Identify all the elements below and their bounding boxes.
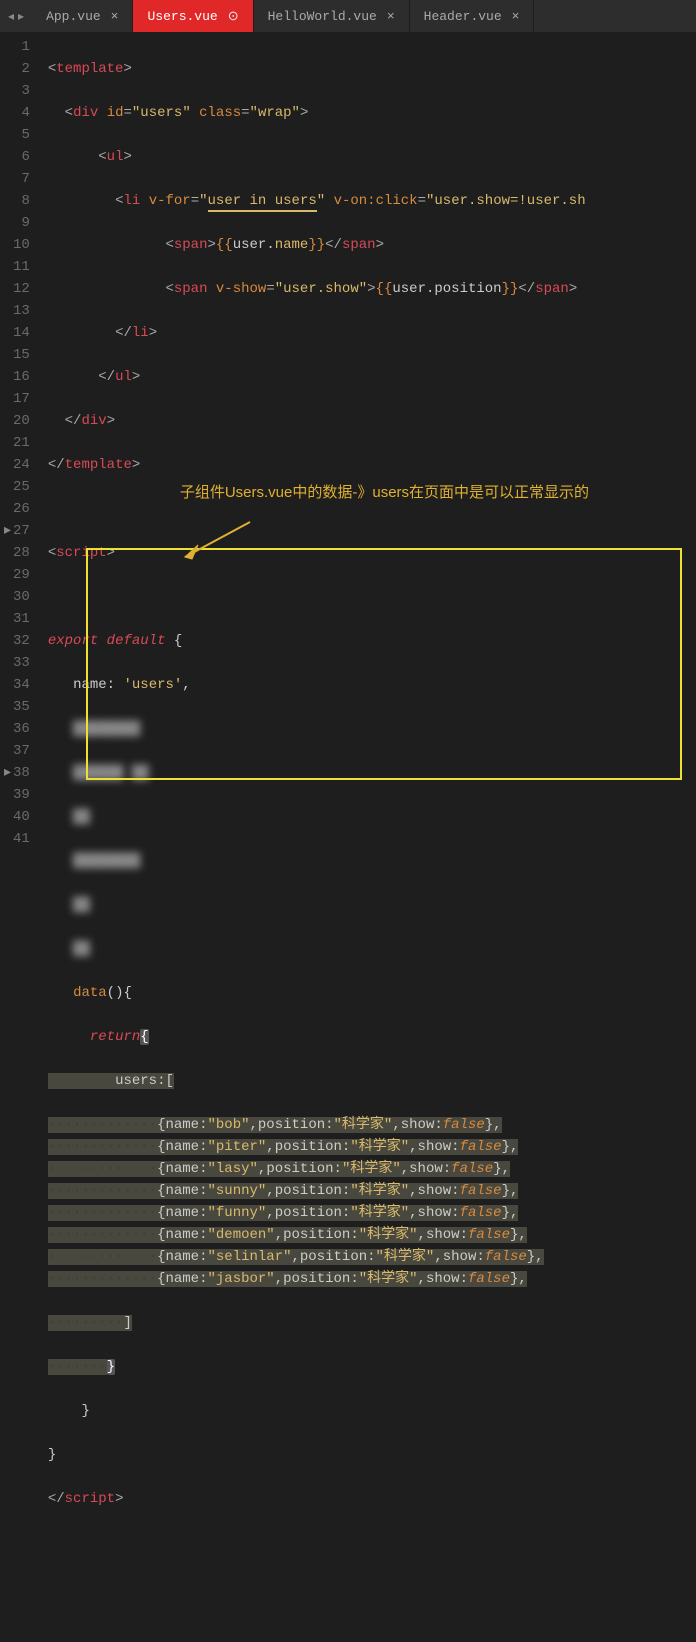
tab-label: HelloWorld.vue	[268, 9, 377, 24]
tab-nav: ◂ ▸	[0, 0, 32, 32]
highlight-box	[86, 548, 682, 780]
tab-prev-icon[interactable]: ◂	[8, 9, 14, 24]
arrow-icon	[170, 517, 260, 567]
tab-helloworld[interactable]: HelloWorld.vue ×	[254, 0, 410, 32]
tab-bar: ◂ ▸ App.vue × Users.vue ⊙ HelloWorld.vue…	[0, 0, 696, 32]
line-number-gutter: 1 2 3 4 5 6 7 8 9 10 11 12 13 14 15 16 1…	[0, 32, 40, 863]
code-area[interactable]: <template> <div id="users" class="wrap">…	[40, 32, 696, 863]
tab-app[interactable]: App.vue ×	[32, 0, 133, 32]
tab-label: Header.vue	[424, 9, 502, 24]
close-icon[interactable]: ×	[111, 9, 119, 24]
close-icon[interactable]: ×	[387, 9, 395, 24]
tab-users[interactable]: Users.vue ⊙	[133, 0, 253, 32]
tab-label: Users.vue	[147, 9, 217, 24]
tab-header[interactable]: Header.vue ×	[410, 0, 535, 32]
fold-icon[interactable]: ▸	[4, 762, 11, 784]
close-icon[interactable]: ×	[512, 9, 520, 24]
annotation-text: 子组件Users.vue中的数据-》users在页面中是可以正常显示的	[180, 482, 620, 504]
code-editor[interactable]: 1 2 3 4 5 6 7 8 9 10 11 12 13 14 15 16 1…	[0, 32, 696, 863]
tab-label: App.vue	[46, 9, 101, 24]
modified-icon[interactable]: ⊙	[228, 9, 239, 24]
fold-icon[interactable]: ▸	[4, 520, 11, 542]
tab-next-icon[interactable]: ▸	[18, 9, 24, 24]
